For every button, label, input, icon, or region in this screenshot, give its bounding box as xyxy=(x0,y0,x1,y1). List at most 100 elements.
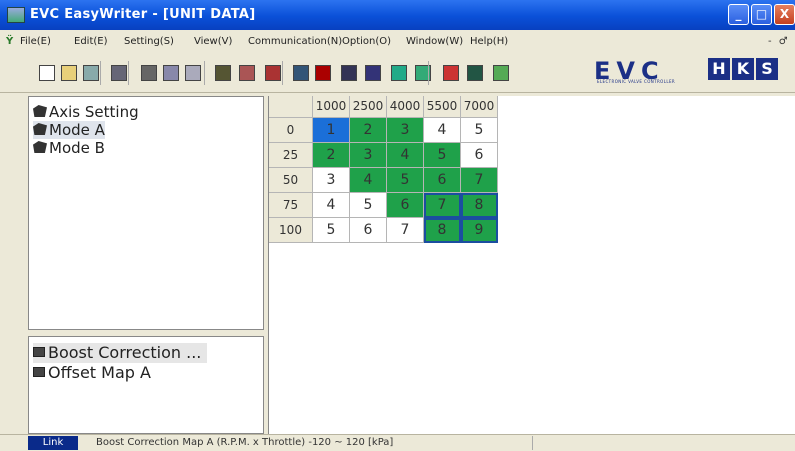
close-button[interactable]: X xyxy=(774,4,795,25)
display-button[interactable] xyxy=(464,62,486,84)
title-bar[interactable]: EVC EasyWriter - [UNIT DATA] _ □ X xyxy=(0,0,795,30)
new-button[interactable] xyxy=(36,62,58,84)
row-header: 25 xyxy=(269,143,313,168)
toolbar-separator xyxy=(128,61,129,85)
cut-button[interactable] xyxy=(138,62,160,84)
map-cell[interactable]: 4 xyxy=(424,118,461,143)
menu-file[interactable]: File(E) xyxy=(20,30,51,54)
toolbar-separator xyxy=(204,61,205,85)
tree-item-axis-setting[interactable]: Axis Setting xyxy=(33,103,139,121)
map-cell[interactable]: 7 xyxy=(461,168,498,193)
menu-setting[interactable]: Setting(S) xyxy=(124,30,174,54)
map-cell[interactable]: 4 xyxy=(350,168,387,193)
list-item-offset-map-a[interactable]: Offset Map A xyxy=(33,363,151,383)
write-button[interactable] xyxy=(362,62,384,84)
menu-communication[interactable]: Communication(N) xyxy=(248,30,342,54)
write-icon xyxy=(365,65,381,81)
menu-window[interactable]: Window(W) xyxy=(406,30,463,54)
map-cell[interactable]: 1 xyxy=(313,118,350,143)
map-cell[interactable]: 5 xyxy=(387,168,424,193)
copy-icon xyxy=(163,65,179,81)
tree-item-label: Axis Setting xyxy=(49,103,139,121)
sort-button[interactable] xyxy=(212,62,234,84)
map-cell[interactable]: 2 xyxy=(350,118,387,143)
map-cell[interactable]: 5 xyxy=(424,143,461,168)
row-header: 100 xyxy=(269,218,313,243)
map-grid-area: 1000 2500 4000 5500 7000 0 1 2 3 4 5 25 2 3 4 5 6 50 3 4 5 6 7… xyxy=(268,96,795,434)
menu-bar: Ÿ File(E) Edit(E) Setting(S) View(V) Com… xyxy=(0,30,795,71)
map-cell[interactable]: 4 xyxy=(387,143,424,168)
column-header: 4000 xyxy=(387,96,424,118)
map-cell[interactable]: 6 xyxy=(350,218,387,243)
list-item-boost-correction[interactable]: Boost Correction ... xyxy=(33,343,208,363)
menu-help[interactable]: Help(H) xyxy=(470,30,508,54)
map-cell[interactable]: 3 xyxy=(350,143,387,168)
folder-icon xyxy=(33,141,47,153)
transpose-icon xyxy=(239,65,255,81)
save-icon xyxy=(83,65,99,81)
paste-icon xyxy=(185,65,201,81)
map-cell[interactable]: 6 xyxy=(461,143,498,168)
map-cell[interactable]: 2 xyxy=(313,143,350,168)
toolbar-separator xyxy=(428,61,429,85)
hks-logo-letter: K xyxy=(732,58,754,80)
map-cell[interactable]: 3 xyxy=(313,168,350,193)
sort-icon xyxy=(215,65,231,81)
unit-button[interactable] xyxy=(490,62,512,84)
map-cell[interactable]: 4 xyxy=(313,193,350,218)
transpose-button[interactable] xyxy=(236,62,258,84)
menu-option[interactable]: Option(O) xyxy=(342,30,391,54)
folder-icon xyxy=(33,105,47,117)
map-cell[interactable]: 9 xyxy=(461,218,498,243)
row-header: 0 xyxy=(269,118,313,143)
map-list-panel: Boost Correction ... Offset Map A xyxy=(28,336,264,434)
copy-button[interactable] xyxy=(160,62,182,84)
window-title: EVC EasyWriter - [UNIT DATA] xyxy=(30,7,256,22)
compare-button[interactable] xyxy=(388,62,410,84)
map-cell[interactable]: 6 xyxy=(424,168,461,193)
list-item-label: Boost Correction ... xyxy=(48,343,202,362)
grid-button[interactable] xyxy=(312,62,334,84)
hks-logo: HKS xyxy=(708,58,780,80)
menu-view[interactable]: View(V) xyxy=(194,30,232,54)
print-button[interactable] xyxy=(108,62,130,84)
column-header: 1000 xyxy=(313,96,350,118)
evc-logo-subtext: ELECTRONIC VALVE CONTROLLER xyxy=(597,79,676,84)
app-icon[interactable] xyxy=(7,7,25,23)
graph-button[interactable] xyxy=(440,62,462,84)
status-bar: Link Boost Correction Map A (R.P.M. x Th… xyxy=(0,434,795,451)
hks-logo-letter: H xyxy=(708,58,730,80)
open-button[interactable] xyxy=(58,62,80,84)
map-cell[interactable]: 3 xyxy=(387,118,424,143)
compare-icon xyxy=(391,65,407,81)
map-cell[interactable]: 7 xyxy=(424,193,461,218)
graph-icon xyxy=(443,65,459,81)
evc-logo: EVC ELECTRONIC VALVE CONTROLLER xyxy=(594,58,702,86)
status-mode: Link xyxy=(28,436,78,450)
monitor-button[interactable] xyxy=(412,62,434,84)
minimize-button[interactable]: _ xyxy=(728,4,749,25)
print-icon xyxy=(111,65,127,81)
open-icon xyxy=(61,65,77,81)
map-cell[interactable]: 5 xyxy=(350,193,387,218)
paste-button[interactable] xyxy=(182,62,204,84)
map-cell[interactable]: 8 xyxy=(424,218,461,243)
column-header: 5500 xyxy=(424,96,461,118)
save-button[interactable] xyxy=(80,62,102,84)
tree-item-mode-b[interactable]: Mode B xyxy=(33,139,105,157)
chart-button[interactable] xyxy=(338,62,360,84)
map-button[interactable] xyxy=(262,62,284,84)
web-button[interactable] xyxy=(290,62,312,84)
map-cell[interactable]: 5 xyxy=(461,118,498,143)
map-icon xyxy=(33,367,45,377)
tree-item-mode-a[interactable]: Mode A xyxy=(33,121,105,139)
map-cell[interactable]: 6 xyxy=(387,193,424,218)
toolbar-separator xyxy=(100,61,101,85)
mdi-doc-icon[interactable]: Ÿ xyxy=(6,30,13,54)
map-cell[interactable]: 8 xyxy=(461,193,498,218)
maximize-button[interactable]: □ xyxy=(751,4,772,25)
map-cell[interactable]: 5 xyxy=(313,218,350,243)
map-cell[interactable]: 7 xyxy=(387,218,424,243)
menu-edit[interactable]: Edit(E) xyxy=(74,30,108,54)
row-header: 50 xyxy=(269,168,313,193)
